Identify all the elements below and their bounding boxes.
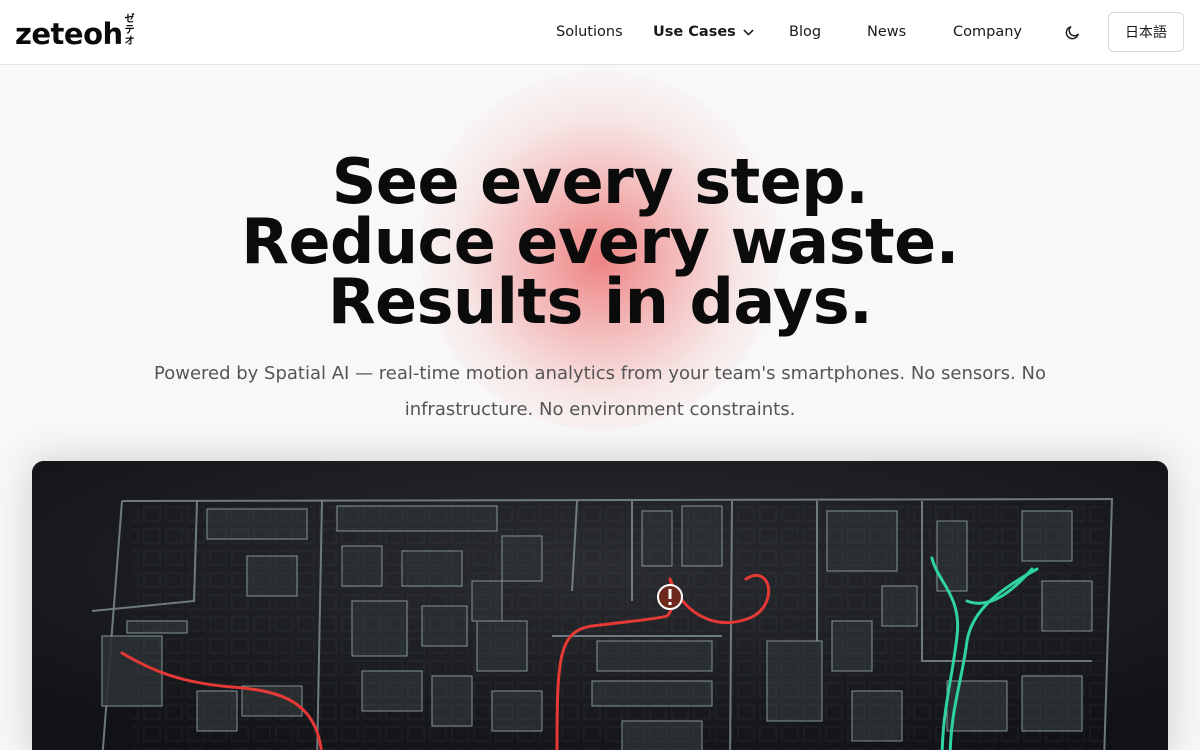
nav-use-cases[interactable]: Use Cases xyxy=(653,22,755,42)
chevron-down-icon xyxy=(743,29,754,35)
hero-title-line-2: Reduce every waste. xyxy=(241,205,959,278)
floorplan-visual xyxy=(32,461,1168,750)
theme-toggle-button[interactable] xyxy=(1061,21,1083,43)
floorplan-image xyxy=(32,461,1168,750)
nav-solutions[interactable]: Solutions xyxy=(556,22,623,42)
nav-news[interactable]: News xyxy=(867,22,906,42)
hero-subtitle-line-1: Powered by Spatial AI — real-time motion… xyxy=(154,363,1046,384)
hero-subtitle: Powered by Spatial AI — real-time motion… xyxy=(150,356,1050,428)
nav-use-cases-label: Use Cases xyxy=(653,24,736,40)
main-nav: Solutions Use Cases Blog News Company 日本… xyxy=(0,0,1200,64)
exclamation-icon xyxy=(657,584,683,610)
language-button[interactable]: 日本語 xyxy=(1108,12,1184,52)
site-header: zeteoh ゼ テ オ Solutions Use Cases Blog Ne… xyxy=(0,0,1200,65)
hero-title-line-3: Results in days. xyxy=(327,265,873,338)
moon-icon xyxy=(1065,25,1079,39)
hero-title-line-1: See every step. xyxy=(331,145,869,218)
hero-title: See every step. Reduce every waste. Resu… xyxy=(100,145,1100,338)
hero-subtitle-line-2: infrastructure. No environment constrain… xyxy=(404,399,796,420)
nav-company[interactable]: Company xyxy=(953,22,1022,42)
nav-blog[interactable]: Blog xyxy=(789,22,821,42)
